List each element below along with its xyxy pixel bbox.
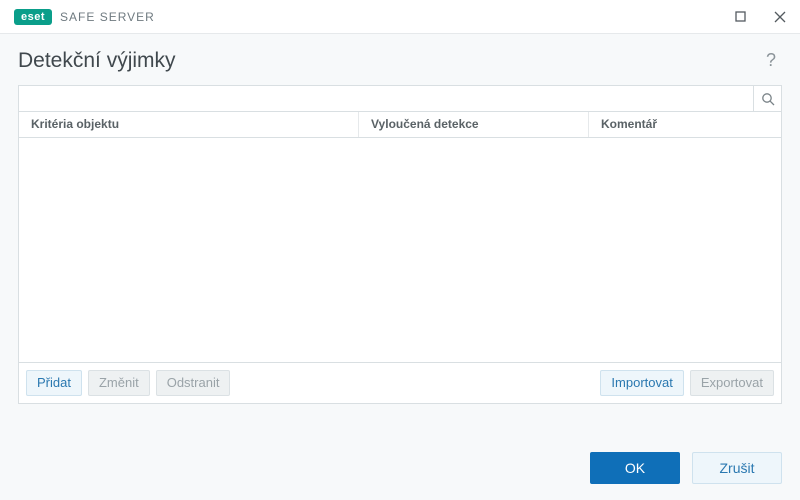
window-controls xyxy=(720,0,800,33)
close-icon xyxy=(774,11,786,23)
search-input[interactable] xyxy=(19,86,753,111)
help-button[interactable]: ? xyxy=(760,48,782,73)
dialog-footer: OK Zrušit xyxy=(0,436,800,500)
page-title: Detekční výjimky xyxy=(18,49,176,73)
cancel-button[interactable]: Zrušit xyxy=(692,452,782,484)
table-header: Kritéria objektu Vyloučená detekce Komen… xyxy=(19,112,781,138)
search-icon xyxy=(761,92,775,106)
edit-button[interactable]: Změnit xyxy=(88,370,150,396)
help-icon: ? xyxy=(766,50,776,70)
import-button[interactable]: Importovat xyxy=(600,370,683,396)
ok-button[interactable]: OK xyxy=(590,452,680,484)
table-body[interactable] xyxy=(19,138,781,362)
content-area: Detekční výjimky ? Kritéria objektu Vylo… xyxy=(0,34,800,404)
search-row xyxy=(19,86,781,112)
add-button[interactable]: Přidat xyxy=(26,370,82,396)
column-header-excluded-detection[interactable]: Vyloučená detekce xyxy=(359,112,589,137)
column-header-comment[interactable]: Komentář xyxy=(589,112,781,137)
brand-product-text: SAFE SERVER xyxy=(60,10,155,24)
titlebar: eset SAFE SERVER xyxy=(0,0,800,34)
brand-badge-text: eset xyxy=(21,11,45,23)
maximize-icon xyxy=(735,11,746,22)
export-button[interactable]: Exportovat xyxy=(690,370,774,396)
brand-badge: eset xyxy=(14,9,52,25)
search-button[interactable] xyxy=(753,86,781,111)
action-row: Přidat Změnit Odstranit Importovat Expor… xyxy=(19,362,781,403)
window-maximize-button[interactable] xyxy=(720,0,760,33)
page-header: Detekční výjimky ? xyxy=(18,48,782,73)
column-header-criteria[interactable]: Kritéria objektu xyxy=(19,112,359,137)
delete-button[interactable]: Odstranit xyxy=(156,370,231,396)
window-close-button[interactable] xyxy=(760,0,800,33)
main-panel: Kritéria objektu Vyloučená detekce Komen… xyxy=(18,85,782,404)
